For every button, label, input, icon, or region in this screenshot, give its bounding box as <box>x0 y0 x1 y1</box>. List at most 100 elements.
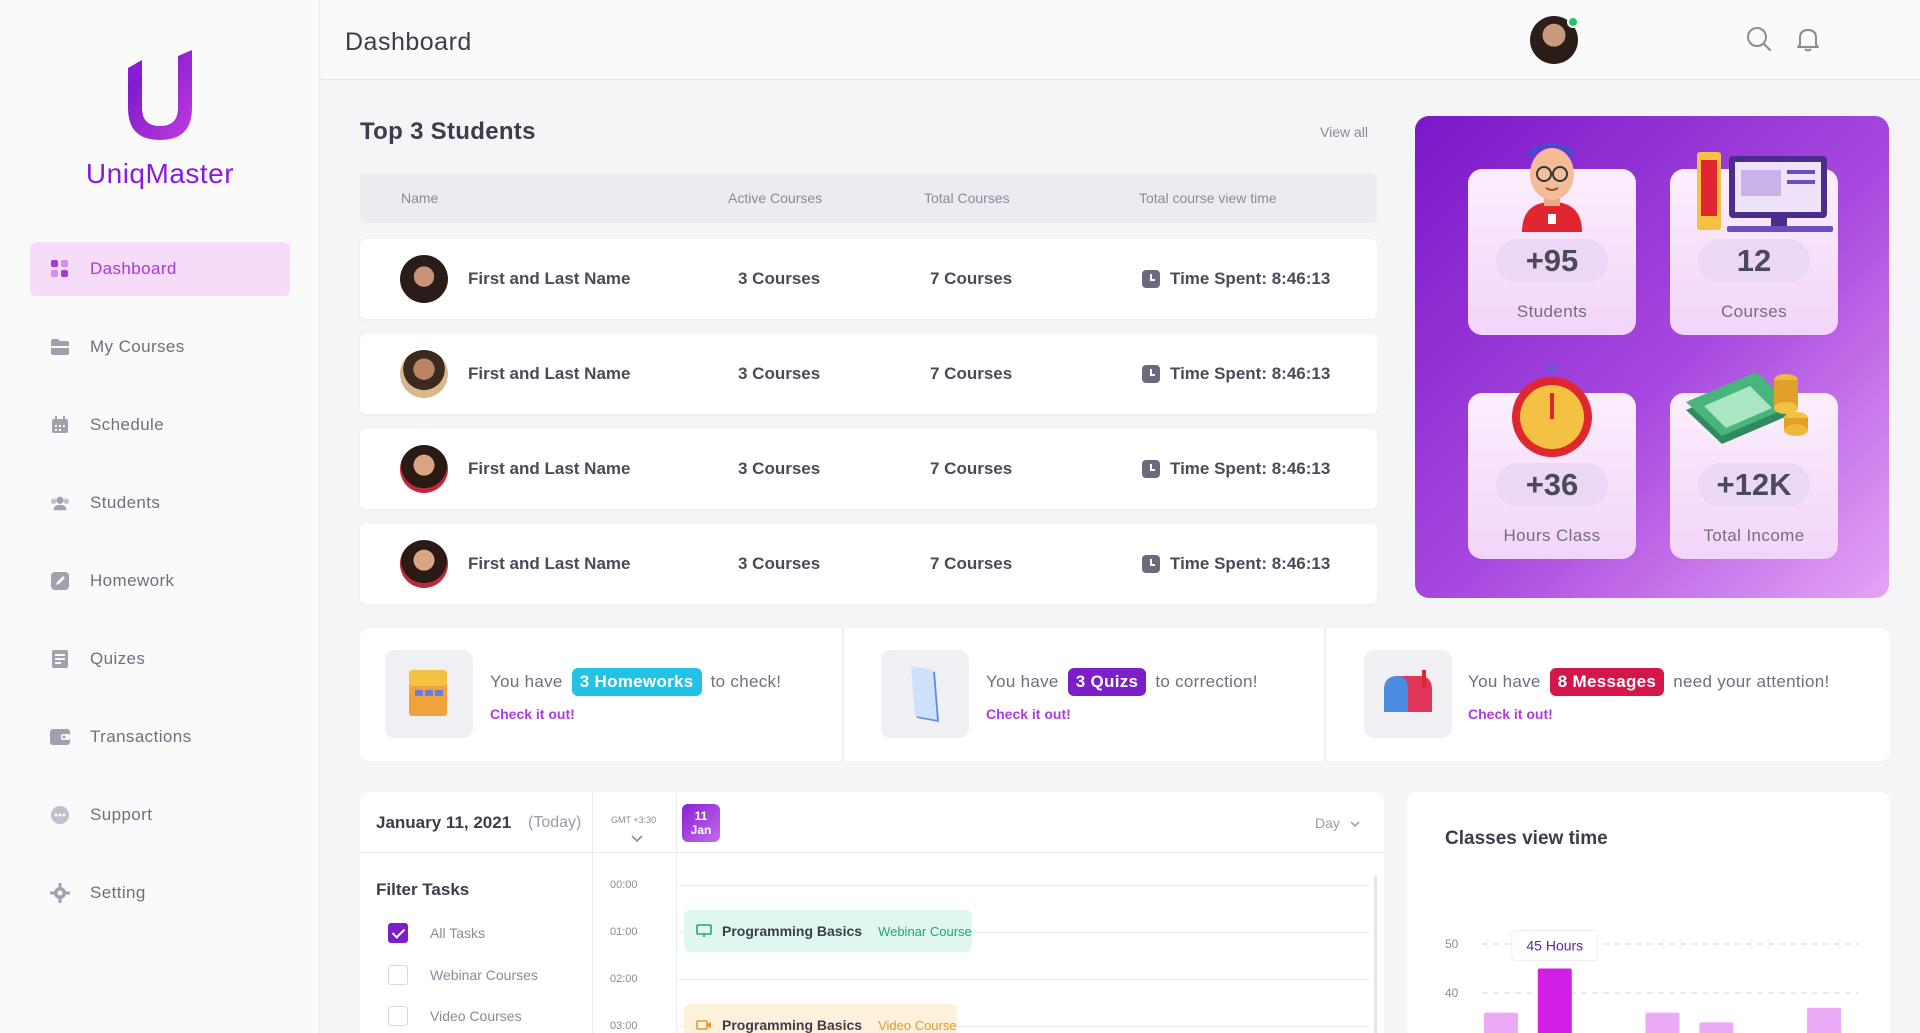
filter-webinar-courses[interactable]: Webinar Courses <box>388 965 538 985</box>
sidebar-item-homework[interactable]: Homework <box>30 554 290 608</box>
filter-video-courses[interactable]: Video Courses <box>388 1006 522 1026</box>
folder-icon <box>50 337 70 357</box>
table-row[interactable]: First and Last Name 3 Courses 7 Courses … <box>360 334 1377 414</box>
scrollbar[interactable] <box>1374 876 1377 1033</box>
total-courses: 7 Courses <box>930 364 1013 383</box>
classes-view-time-card: Classes view time 30405045 Hours <box>1407 792 1890 1033</box>
messages-notification: You have 8 Messages need your attention!… <box>1326 628 1890 761</box>
sidebar-nav: Dashboard My Courses Schedule Students H… <box>30 242 290 944</box>
event-type: Webinar Course <box>878 923 972 939</box>
student-name: First and Last Name <box>468 554 631 573</box>
active-courses: 3 Courses <box>738 459 821 478</box>
table-row[interactable]: First and Last Name 3 Courses 7 Courses … <box>360 239 1377 319</box>
col-view-time: Total course view time <box>1139 190 1277 206</box>
time-spent: Time Spent: 8:46:13 <box>1170 364 1331 383</box>
day-month: Jan <box>690 823 712 837</box>
sidebar-item-label: Students <box>90 493 161 512</box>
sidebar-item-label: Support <box>90 805 153 824</box>
sidebar-item-transactions[interactable]: Transactions <box>30 710 290 764</box>
bar <box>1807 1007 1842 1033</box>
time-label: 02:00 <box>610 973 638 985</box>
chat-icon <box>50 805 70 825</box>
total-courses: 7 Courses <box>930 459 1013 478</box>
students-table-header: Name Active Courses Total Courses Total … <box>360 173 1377 223</box>
clock-icon <box>1142 270 1160 288</box>
check-it-out-link[interactable]: Check it out! <box>490 706 575 722</box>
notification-prefix: You have <box>1468 672 1541 691</box>
sidebar-item-label: Transactions <box>90 727 192 746</box>
filter-label: Webinar Courses <box>430 967 538 983</box>
stat-label: Total Income <box>1703 526 1805 545</box>
checkbox[interactable] <box>388 965 408 985</box>
event-webinar[interactable]: Programming Basics Webinar Course <box>684 910 972 952</box>
presentation-icon <box>696 924 712 937</box>
checkbox-checked[interactable] <box>388 923 408 943</box>
calendar-date: January 11, 2021 <box>376 813 512 832</box>
search-icon[interactable] <box>1746 26 1774 54</box>
calendar-icon <box>50 415 70 435</box>
table-row[interactable]: First and Last Name 3 Courses 7 Courses … <box>360 524 1377 604</box>
student-name: First and Last Name <box>468 269 631 288</box>
notification-suffix: to correction! <box>1155 672 1258 691</box>
top-students-title: Top 3 Students <box>360 118 536 145</box>
today-label: (Today) <box>528 814 582 831</box>
sidebar-item-quizes[interactable]: Quizes <box>30 632 290 686</box>
stats-panel: +95 Students 12 Courses +36 Hours Class … <box>1415 116 1889 598</box>
sidebar-item-setting[interactable]: Setting <box>30 866 290 920</box>
stat-value: +12K <box>1698 463 1810 507</box>
sidebar-item-dashboard[interactable]: Dashboard <box>30 242 290 296</box>
time-label: 01:00 <box>610 926 638 938</box>
sidebar-item-students[interactable]: Students <box>30 476 290 530</box>
table-row[interactable]: First and Last Name 3 Courses 7 Courses … <box>360 429 1377 509</box>
homework-notification: You have 3 Homeworks to check! Check it … <box>360 628 842 761</box>
day-badge[interactable]: 11 Jan <box>682 804 720 842</box>
sidebar-item-label: Setting <box>90 883 146 902</box>
student-name: First and Last Name <box>468 364 631 383</box>
filter-label: Video Courses <box>430 1008 522 1024</box>
sidebar-item-support[interactable]: Support <box>30 788 290 842</box>
sidebar-item-my-courses[interactable]: My Courses <box>30 320 290 374</box>
checkbox[interactable] <box>388 1006 408 1026</box>
stat-value: +36 <box>1496 463 1608 507</box>
notification-suffix: to check! <box>710 672 782 691</box>
notification-text: You have 8 Messages need your attention! <box>1468 668 1829 696</box>
day-number: 11 <box>694 809 708 823</box>
money-icon <box>1680 360 1812 455</box>
time-spent: Time Spent: 8:46:13 <box>1170 269 1331 288</box>
check-it-out-link[interactable]: Check it out! <box>986 706 1071 722</box>
check-it-out-link[interactable]: Check it out! <box>1468 706 1553 722</box>
timezone-label: GMT +3:30 <box>611 815 657 825</box>
student-character-icon <box>1514 136 1590 237</box>
logo[interactable]: UniqMaster <box>0 50 320 190</box>
avatar <box>400 445 448 493</box>
filter-label: All Tasks <box>430 925 485 941</box>
view-all-link[interactable]: View all <box>1320 124 1368 140</box>
filter-all-tasks[interactable]: All Tasks <box>388 923 485 943</box>
online-status-dot <box>1567 16 1579 28</box>
time-spent: Time Spent: 8:46:13 <box>1170 459 1331 478</box>
col-total-courses: Total Courses <box>924 190 1010 206</box>
quiz-notification: You have 3 Quizs to correction! Check it… <box>844 628 1324 761</box>
event-video[interactable]: Programming Basics Video Course <box>684 1004 957 1033</box>
bar <box>1537 968 1572 1033</box>
sidebar-item-schedule[interactable]: Schedule <box>30 398 290 452</box>
logo-mark <box>120 50 200 144</box>
sidebar-item-label: Schedule <box>90 415 165 434</box>
bell-icon[interactable] <box>1795 26 1823 54</box>
bar <box>1699 1022 1734 1033</box>
col-name: Name <box>401 190 439 206</box>
computer-icon <box>1697 152 1833 239</box>
divider <box>592 792 593 1033</box>
active-courses: 3 Courses <box>738 364 821 383</box>
time-spent: Time Spent: 8:46:13 <box>1170 554 1331 573</box>
view-select[interactable]: Day <box>1315 815 1360 831</box>
mailbox-illustration-icon <box>1364 650 1452 738</box>
messages-count-badge: 8 Messages <box>1549 668 1665 696</box>
notifications-bar: You have 3 Homeworks to check! Check it … <box>360 628 1890 761</box>
time-label: 03:00 <box>610 1020 638 1032</box>
col-active-courses: Active Courses <box>728 190 823 206</box>
schedule-calendar: January 11, 2021 (Today) GMT +3:30 11 Ja… <box>360 792 1384 1033</box>
chevron-down-icon[interactable] <box>631 832 643 846</box>
active-courses: 3 Courses <box>738 269 821 288</box>
gear-icon <box>50 883 70 903</box>
